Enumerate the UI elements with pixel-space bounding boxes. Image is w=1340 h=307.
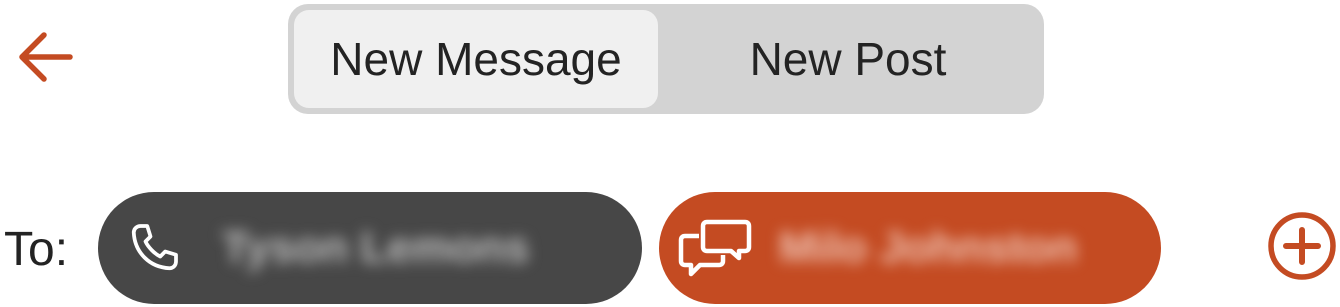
recipient-chip-phone[interactable]: Tyson Lemons bbox=[98, 192, 642, 304]
tab-new-message[interactable]: New Message bbox=[294, 10, 658, 108]
compose-type-selector: New Message New Post bbox=[288, 4, 1044, 114]
recipient-chip-chat[interactable]: Milo Johnston bbox=[659, 192, 1161, 304]
recipient-name: Milo Johnston bbox=[779, 223, 1078, 272]
back-button[interactable] bbox=[10, 26, 80, 92]
add-recipient-button[interactable] bbox=[1266, 211, 1338, 286]
arrow-left-icon bbox=[14, 26, 76, 93]
to-label: To: bbox=[4, 223, 69, 276]
chat-bubbles-icon bbox=[677, 214, 753, 280]
phone-icon bbox=[122, 218, 186, 278]
plus-circle-icon bbox=[1267, 211, 1337, 286]
tab-new-post[interactable]: New Post bbox=[658, 10, 1038, 108]
tab-label: New Message bbox=[330, 33, 622, 85]
tab-label: New Post bbox=[749, 33, 947, 85]
recipient-name: Tyson Lemons bbox=[222, 223, 530, 272]
